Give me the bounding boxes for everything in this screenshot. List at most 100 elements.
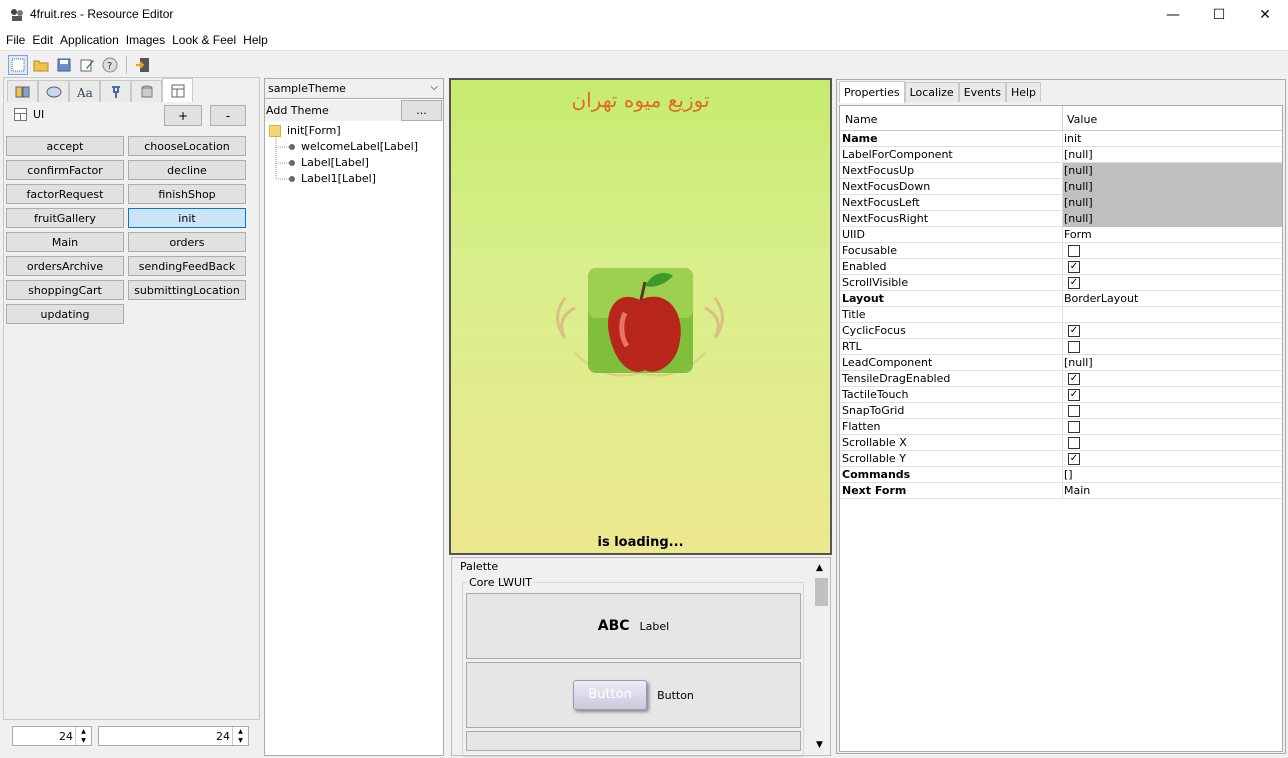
property-row[interactable]: NextFocusRight [null] [840, 211, 1282, 227]
loading-label[interactable]: is loading... [451, 535, 830, 550]
maximize-button[interactable]: ☐ [1196, 0, 1242, 30]
menu-look-and-feel[interactable]: Look & Feel [170, 33, 241, 47]
menu-images[interactable]: Images [124, 33, 170, 47]
property-value[interactable]: Form [1062, 227, 1282, 243]
form-button[interactable]: Main [6, 232, 124, 252]
property-row[interactable]: NextFocusUp [null] [840, 163, 1282, 179]
checkbox-unchecked[interactable] [1068, 405, 1080, 417]
width-spinner[interactable]: 24 ▲ ▼ [12, 726, 92, 746]
spinner-arrows-icon[interactable]: ▲ ▼ [232, 727, 248, 745]
preview-title-label[interactable]: توزیع میوه تهران [451, 88, 830, 112]
form-button[interactable]: sendingFeedBack [128, 256, 246, 276]
property-row[interactable]: LabelForComponent [null] [840, 147, 1282, 163]
menu-file[interactable]: File [4, 33, 30, 47]
tree-node[interactable]: welcomeLabel[Label] [289, 140, 418, 153]
property-row[interactable]: NextFocusDown [null] [840, 179, 1282, 195]
form-button[interactable]: init [128, 208, 246, 228]
property-value[interactable]: [null] [1062, 355, 1282, 371]
property-row[interactable]: Scrollable Y ✓ [840, 451, 1282, 467]
property-row[interactable]: Focusable [840, 243, 1282, 259]
palette-scrollbar[interactable]: ▲ ▼ [813, 560, 830, 754]
property-value[interactable]: Main [1062, 483, 1282, 499]
property-value[interactable]: [null] [1062, 147, 1282, 163]
property-checkbox-cell[interactable]: ✓ [1062, 371, 1282, 387]
property-value[interactable]: [null] [1062, 195, 1282, 211]
apple-logo-image[interactable] [555, 258, 725, 398]
property-row[interactable]: Scrollable X [840, 435, 1282, 451]
property-row[interactable]: Next Form Main [840, 483, 1282, 499]
property-checkbox-cell[interactable]: ✓ [1062, 323, 1282, 339]
help-button[interactable]: ? [100, 55, 120, 75]
scroll-thumb[interactable] [815, 578, 828, 606]
property-row[interactable]: CyclicFocus ✓ [840, 323, 1282, 339]
edit-button[interactable] [77, 55, 97, 75]
checkbox-unchecked[interactable] [1068, 245, 1080, 257]
form-button[interactable]: finishShop [128, 184, 246, 204]
property-value[interactable]: [] [1062, 467, 1282, 483]
save-button[interactable] [54, 55, 74, 75]
add-theme-button[interactable]: ... [401, 100, 442, 121]
tree-node[interactable]: Label1[Label] [289, 172, 376, 185]
property-value[interactable]: [null] [1062, 163, 1282, 179]
property-checkbox-cell[interactable] [1062, 403, 1282, 419]
form-button[interactable]: fruitGallery [6, 208, 124, 228]
remove-form-button[interactable]: - [210, 105, 246, 126]
tab-fonts[interactable]: Aa [69, 80, 100, 102]
form-button[interactable]: accept [6, 136, 124, 156]
property-checkbox-cell[interactable] [1062, 435, 1282, 451]
checkbox-unchecked[interactable] [1068, 341, 1080, 353]
menu-edit[interactable]: Edit [30, 33, 58, 47]
column-header-value[interactable]: Value [1067, 113, 1097, 126]
property-value[interactable]: init [1062, 131, 1282, 147]
property-row[interactable]: Commands [] [840, 467, 1282, 483]
property-value[interactable]: BorderLayout [1062, 291, 1282, 307]
height-spinner[interactable]: 24 ▲ ▼ [98, 726, 249, 746]
property-checkbox-cell[interactable]: ✓ [1062, 259, 1282, 275]
spinner-arrows-icon[interactable]: ▲ ▼ [75, 727, 91, 745]
property-checkbox-cell[interactable] [1062, 419, 1282, 435]
form-button[interactable]: chooseLocation [128, 136, 246, 156]
theme-select[interactable]: sampleTheme ⌵ [265, 79, 443, 99]
form-button[interactable]: factorRequest [6, 184, 124, 204]
property-row[interactable]: Enabled ✓ [840, 259, 1282, 275]
property-row[interactable]: SnapToGrid [840, 403, 1282, 419]
checkbox-checked[interactable]: ✓ [1068, 325, 1080, 337]
new-file-button[interactable] [8, 54, 28, 75]
close-button[interactable]: ✕ [1242, 0, 1288, 30]
property-checkbox-cell[interactable] [1062, 339, 1282, 355]
column-header-name[interactable]: Name [845, 113, 877, 126]
palette-next-component[interactable] [466, 731, 801, 751]
property-checkbox-cell[interactable]: ✓ [1062, 387, 1282, 403]
tab-data[interactable] [131, 80, 162, 102]
property-value[interactable]: [null] [1062, 211, 1282, 227]
scroll-down-icon[interactable]: ▼ [816, 740, 823, 750]
property-checkbox-cell[interactable]: ✓ [1062, 451, 1282, 467]
form-button[interactable]: orders [128, 232, 246, 252]
checkbox-checked[interactable]: ✓ [1068, 389, 1080, 401]
property-row[interactable]: Name init [840, 131, 1282, 147]
checkbox-checked[interactable]: ✓ [1068, 373, 1080, 385]
minimize-button[interactable]: — [1150, 0, 1196, 30]
property-row[interactable]: TensileDragEnabled ✓ [840, 371, 1282, 387]
palette-label-component[interactable]: ABC Label [466, 593, 801, 659]
checkbox-checked[interactable]: ✓ [1068, 261, 1080, 273]
property-row[interactable]: Layout BorderLayout [840, 291, 1282, 307]
menu-application[interactable]: Application [58, 33, 124, 47]
property-row[interactable]: TactileTouch ✓ [840, 387, 1282, 403]
property-checkbox-cell[interactable] [1062, 243, 1282, 259]
checkbox-checked[interactable]: ✓ [1068, 453, 1080, 465]
checkbox-unchecked[interactable] [1068, 421, 1080, 433]
form-button[interactable]: confirmFactor [6, 160, 124, 180]
exit-button[interactable] [133, 55, 153, 75]
property-row[interactable]: UIID Form [840, 227, 1282, 243]
palette-button-component[interactable]: Button Button [466, 662, 801, 728]
property-row[interactable]: NextFocusLeft [null] [840, 195, 1282, 211]
checkbox-checked[interactable]: ✓ [1068, 277, 1080, 289]
menu-help[interactable]: Help [241, 33, 273, 47]
form-button[interactable]: shoppingCart [6, 280, 124, 300]
tab-main[interactable] [7, 80, 38, 102]
property-row[interactable]: Title [840, 307, 1282, 323]
form-button[interactable]: submittingLocation [128, 280, 246, 300]
tree-node[interactable]: Label[Label] [289, 156, 369, 169]
open-file-button[interactable] [31, 55, 51, 75]
